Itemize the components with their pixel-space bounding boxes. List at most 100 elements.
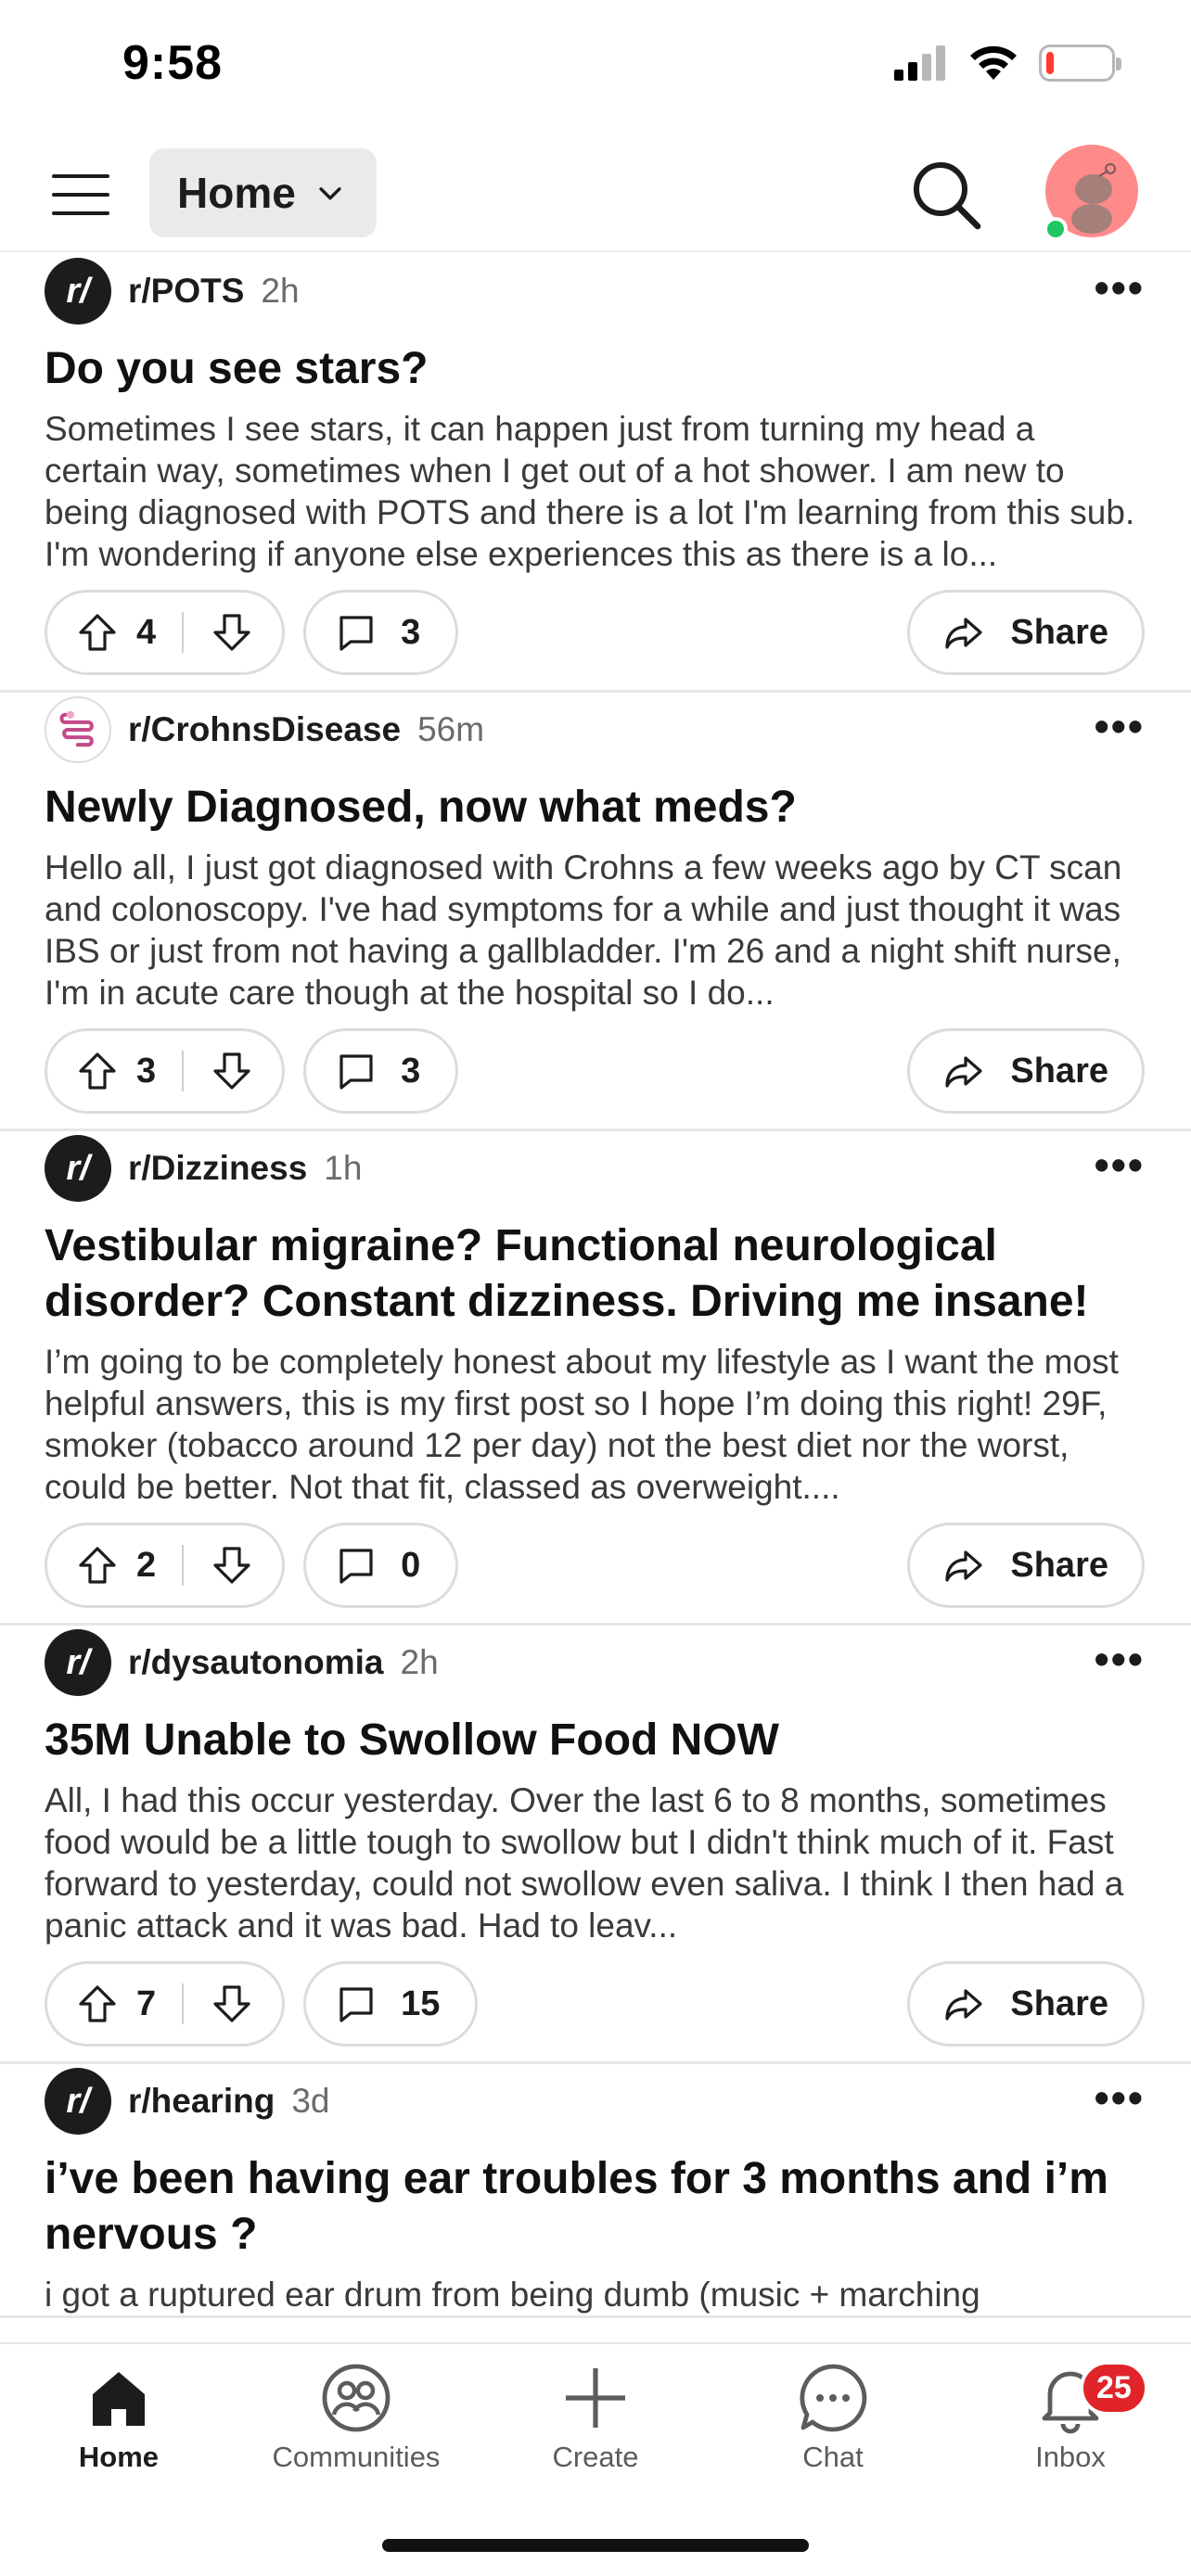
downvote-arrow-icon[interactable] xyxy=(210,610,254,655)
vote-count: 2 xyxy=(136,1545,157,1585)
divider xyxy=(182,1545,185,1586)
battery-level xyxy=(1046,52,1054,74)
share-button[interactable]: Share xyxy=(907,1028,1145,1114)
hamburger-icon-line xyxy=(52,193,109,197)
post-card[interactable]: r/ r/Dizziness 1h ••• Vestibular migrain… xyxy=(0,1131,1191,1626)
menu-button[interactable] xyxy=(48,167,113,223)
post-meta: r/ r/Dizziness 1h xyxy=(45,1131,1145,1205)
feed-selector-label: Home xyxy=(177,169,296,217)
post-card[interactable]: r/CrohnsDisease 56m ••• Newly Diagnosed,… xyxy=(0,693,1191,1131)
post-card[interactable]: r/ r/hearing 3d ••• i’ve been having ear… xyxy=(0,2064,1191,2318)
share-arrow-icon xyxy=(945,618,982,649)
more-options-icon[interactable]: ••• xyxy=(1095,1638,1145,1680)
nav-create-label: Create xyxy=(552,2441,639,2473)
subreddit-name[interactable]: r/hearing xyxy=(128,2082,275,2121)
upvote-arrow-icon[interactable] xyxy=(75,1982,120,2026)
chat-bubble-icon xyxy=(800,2364,867,2432)
post-meta: r/ r/POTS 2h xyxy=(45,254,1145,328)
comment-count: 3 xyxy=(401,1051,421,1090)
reddit-default-icon[interactable]: r/ xyxy=(45,1629,111,1696)
more-options-icon[interactable]: ••• xyxy=(1095,1143,1145,1186)
post-actions: 2 0 Share xyxy=(45,1521,1145,1610)
post-body-preview[interactable]: i got a ruptured ear drum from being dum… xyxy=(45,2274,1145,2315)
share-label: Share xyxy=(1010,1983,1108,2023)
comments-button[interactable]: 0 xyxy=(303,1523,459,1608)
post-card[interactable]: r/ r/POTS 2h ••• Do you see stars? Somet… xyxy=(0,254,1191,693)
subreddit-icon[interactable] xyxy=(45,696,111,763)
downvote-arrow-icon[interactable] xyxy=(210,1982,254,2026)
nav-chat-label: Chat xyxy=(802,2441,864,2473)
share-button[interactable]: Share xyxy=(907,590,1145,675)
post-title[interactable]: Vestibular migraine? Functional neurolog… xyxy=(45,1218,1145,1330)
comments-button[interactable]: 3 xyxy=(303,1028,459,1114)
post-body-preview[interactable]: I’m going to be completely honest about … xyxy=(45,1341,1145,1508)
share-arrow-icon xyxy=(945,1989,982,2021)
subreddit-name[interactable]: r/Dizziness xyxy=(128,1149,307,1188)
share-label: Share xyxy=(1010,612,1108,652)
comments-button[interactable]: 15 xyxy=(303,1961,479,2047)
post-actions: 7 15 Share xyxy=(45,1959,1145,2048)
comment-count: 3 xyxy=(401,612,421,652)
reddit-default-icon[interactable]: r/ xyxy=(45,2068,111,2135)
nav-create[interactable]: Create xyxy=(493,2361,698,2474)
subreddit-name[interactable]: r/CrohnsDisease xyxy=(128,710,401,749)
status-time: 9:58 xyxy=(122,36,224,90)
post-feed[interactable]: r/ r/POTS 2h ••• Do you see stars? Somet… xyxy=(0,254,1191,2342)
post-card[interactable]: r/ r/dysautonomia 2h ••• 35M Unable to S… xyxy=(0,1626,1191,2064)
post-age: 2h xyxy=(261,272,300,310)
nav-inbox[interactable]: Inbox 25 xyxy=(968,2361,1172,2474)
upvote-arrow-icon[interactable] xyxy=(75,610,120,655)
more-options-icon[interactable]: ••• xyxy=(1095,705,1145,747)
comments-button[interactable]: 3 xyxy=(303,590,459,675)
app-header: Home xyxy=(0,139,1191,252)
chevron-down-icon xyxy=(319,187,341,200)
post-age: 1h xyxy=(324,1149,363,1187)
avatar[interactable] xyxy=(1044,145,1138,241)
nav-inbox-label: Inbox xyxy=(1035,2441,1106,2473)
upvote-arrow-icon[interactable] xyxy=(75,1543,120,1588)
nav-communities-label: Communities xyxy=(272,2441,441,2473)
vote-control: 4 xyxy=(45,590,286,675)
post-body-preview[interactable]: All, I had this occur yesterday. Over th… xyxy=(45,1779,1145,1946)
post-body-preview[interactable]: Hello all, I just got diagnosed with Cro… xyxy=(45,847,1145,1014)
post-title[interactable]: Do you see stars? xyxy=(45,341,1145,397)
vote-control: 2 xyxy=(45,1523,286,1608)
inbox-badge: 25 xyxy=(1080,2361,1148,2416)
nav-communities[interactable]: Communities xyxy=(254,2361,458,2474)
comment-icon xyxy=(339,1549,373,1584)
post-meta: r/CrohnsDisease 56m xyxy=(45,693,1145,767)
search-icon[interactable] xyxy=(909,158,983,232)
post-title[interactable]: Newly Diagnosed, now what meds? xyxy=(45,780,1145,835)
share-arrow-icon xyxy=(945,1550,982,1582)
reddit-default-icon[interactable]: r/ xyxy=(45,258,111,325)
nav-home-label: Home xyxy=(78,2441,160,2473)
comment-count: 0 xyxy=(401,1545,421,1585)
post-title[interactable]: i’ve been having ear troubles for 3 mont… xyxy=(45,2151,1145,2263)
wifi-icon xyxy=(970,45,1017,80)
nav-home[interactable]: Home xyxy=(17,2361,221,2474)
nav-chat[interactable]: Chat xyxy=(731,2361,935,2474)
post-meta: r/ r/dysautonomia 2h xyxy=(45,1626,1145,1700)
subreddit-name[interactable]: r/dysautonomia xyxy=(128,1643,384,1682)
post-age: 3d xyxy=(291,2082,330,2120)
vote-count: 3 xyxy=(136,1051,157,1090)
comment-icon xyxy=(339,616,373,651)
share-button[interactable]: Share xyxy=(907,1961,1145,2047)
post-body-preview[interactable]: Sometimes I see stars, it can happen jus… xyxy=(45,408,1145,575)
upvote-arrow-icon[interactable] xyxy=(75,1049,120,1093)
more-options-icon[interactable]: ••• xyxy=(1095,2076,1145,2119)
post-title[interactable]: 35M Unable to Swollow Food NOW xyxy=(45,1713,1145,1768)
subreddit-name[interactable]: r/POTS xyxy=(128,272,244,311)
battery-icon xyxy=(1039,45,1121,82)
post-age: 56m xyxy=(417,710,485,748)
post-actions: 4 3 Share xyxy=(45,588,1145,677)
share-label: Share xyxy=(1010,1051,1108,1090)
reddit-default-icon[interactable]: r/ xyxy=(45,1135,111,1202)
home-icon xyxy=(93,2372,145,2426)
feed-selector[interactable]: Home xyxy=(149,148,377,237)
more-options-icon[interactable]: ••• xyxy=(1095,266,1145,309)
downvote-arrow-icon[interactable] xyxy=(210,1543,254,1588)
downvote-arrow-icon[interactable] xyxy=(210,1049,254,1093)
share-button[interactable]: Share xyxy=(907,1523,1145,1608)
comment-icon xyxy=(339,1054,373,1090)
